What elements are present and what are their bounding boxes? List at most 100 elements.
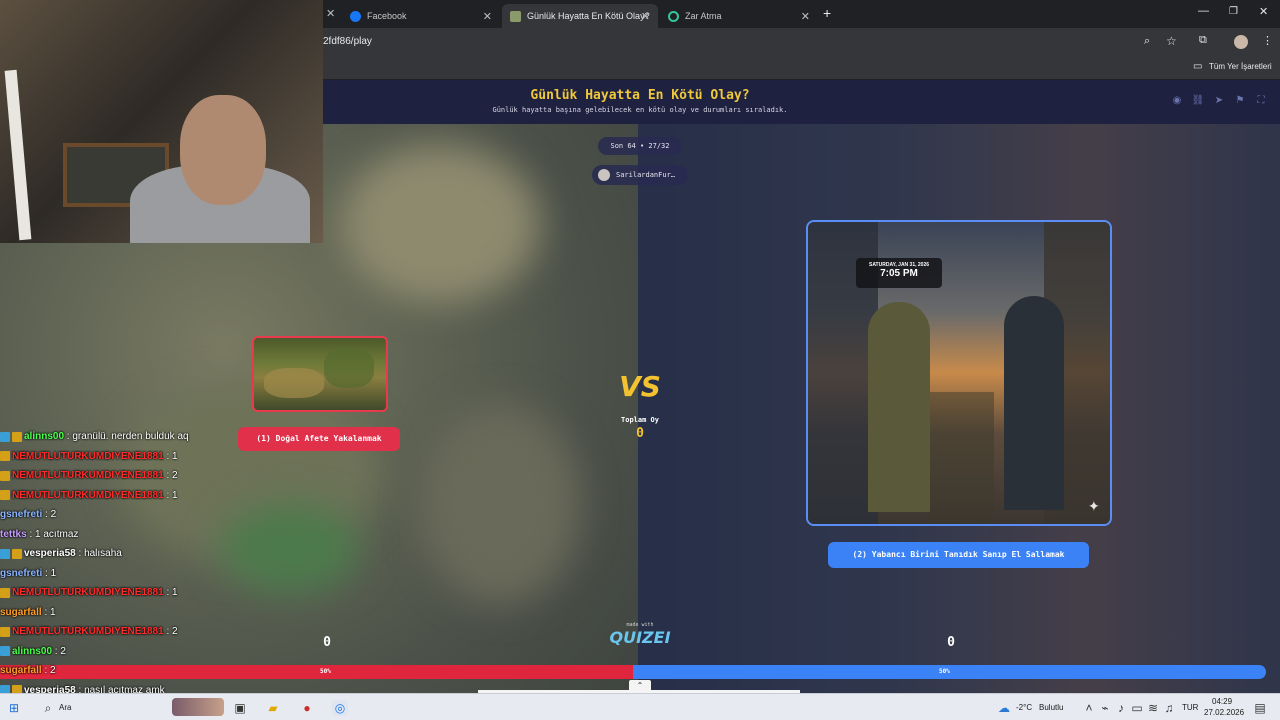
file-explorer-icon[interactable]: ▰ [265, 700, 281, 716]
chat-text: 1 [172, 587, 178, 599]
photo-woman [868, 302, 930, 512]
chat-message: alinns00 : 2 [0, 642, 320, 662]
chevron-up-icon[interactable]: ˄ [1081, 700, 1097, 716]
chat-message: sugarfall : 1 [0, 603, 320, 623]
task-view-icon[interactable]: ▣ [232, 700, 248, 716]
minimize-icon[interactable]: — [1198, 5, 1209, 17]
user-badge[interactable]: SarilardanFur… [592, 165, 688, 185]
taskbar-search-label[interactable]: Ara [59, 703, 71, 712]
restore-icon[interactable]: ❐ [1229, 6, 1238, 17]
close-tab-icon[interactable]: ✕ [641, 10, 650, 23]
chat-separator: : [163, 470, 173, 482]
url-field[interactable]: 2fdf86/play [323, 36, 372, 47]
chrome-icon[interactable]: ◎ [332, 700, 348, 716]
right-vote-bar: 50% [633, 665, 1266, 679]
display-icon[interactable]: ▭ [1129, 700, 1145, 716]
brand-logo[interactable]: QUIZEI [608, 628, 672, 647]
microphone-icon[interactable]: ♪ [1113, 700, 1129, 716]
weather-desc[interactable]: Bulutlu [1039, 703, 1063, 712]
stream-chat-overlay: alinns00 : granülü. nerden bulduk aq NEMU… [0, 427, 320, 700]
chat-username[interactable]: alinns00 [24, 431, 64, 442]
chat-text: 1 [50, 567, 57, 579]
windows-taskbar: ⊞ ⌕ Ara ▣ ▰ ● ◎ ☁ -2°C Bulutlu ˄ ⌁ ♪ ▭ ≋… [0, 693, 1280, 720]
all-bookmarks-link[interactable]: Tüm Yer İşaretleri [1209, 62, 1272, 71]
chat-text: 1 [172, 450, 178, 462]
right-option-image[interactable]: SATURDAY, JAN 31, 2026 7:05 PM ✦ [806, 220, 1112, 526]
avatar [598, 169, 610, 181]
tab-label: Facebook [367, 11, 407, 21]
chat-message: gsnefreti : 1 [0, 564, 320, 584]
tab-quiz[interactable]: Günlük Hayatta En Kötü Olay? ✕ [502, 4, 658, 28]
fullscreen-icon[interactable]: ⛶ [1253, 95, 1269, 109]
photo-clock-time: 7:05 PM [880, 268, 918, 279]
new-tab-icon[interactable]: + [823, 5, 831, 21]
prime-badge-icon [0, 431, 10, 442]
chat-username[interactable]: NEMUTLUTURKUMDIYENE1881 [12, 451, 164, 462]
chat-username[interactable]: NEMUTLUTURKUMDIYENE1881 [12, 626, 164, 637]
wifi-icon[interactable]: ≋ [1145, 700, 1161, 716]
chat-message: vesperia58 : halısaha [0, 544, 320, 564]
right-option-button[interactable]: (2) Yabancı Birini Tanıdık Sanıp El Sall… [828, 542, 1089, 568]
weather-icon: ☁ [998, 701, 1010, 715]
photo-man [1004, 296, 1064, 510]
search-icon[interactable]: ⌕ [40, 700, 56, 716]
close-window-icon[interactable]: ✕ [1259, 5, 1268, 18]
close-tab-icon[interactable]: ✕ [483, 10, 492, 23]
chat-username[interactable]: gsnefreti [0, 509, 42, 520]
chat-username[interactable]: NEMUTLUTURKUMDIYENE1881 [12, 470, 164, 481]
vs-logo: VS [619, 370, 661, 403]
volume-icon[interactable]: ♫ [1161, 700, 1177, 716]
chat-text: 1 [172, 489, 178, 501]
chat-message: NEMUTLUTURKUMDIYENE1881 : 2 [0, 466, 320, 486]
bookmark-star-icon[interactable]: ☆ [1166, 34, 1177, 48]
folder-icon: ▭ [1193, 61, 1203, 72]
chat-username[interactable]: sugarfall [0, 665, 42, 676]
chat-username[interactable]: NEMUTLUTURKUMDIYENE1881 [12, 490, 164, 501]
chat-text: 1 acıtmaz [35, 528, 79, 540]
obs-icon[interactable]: ● [299, 700, 315, 716]
photo-clock-sign: SATURDAY, JAN 31, 2026 7:05 PM [856, 258, 942, 288]
chat-username[interactable]: NEMUTLUTURKUMDIYENE1881 [12, 587, 164, 598]
tab-zar-atma[interactable]: Zar Atma ✕ [660, 4, 818, 28]
zoom-icon[interactable]: ⌕ [1144, 35, 1150, 48]
menu-icon[interactable]: ⋮ [1262, 34, 1273, 47]
chat-separator: : [42, 567, 51, 579]
round-indicator: Son 64 • 27/32 [598, 137, 682, 155]
chat-separator: : [26, 528, 36, 540]
zar-favicon-icon [668, 10, 679, 22]
link-icon[interactable]: ⛓ [1190, 95, 1206, 109]
subscriber-badge-icon [12, 548, 22, 559]
chat-text: 2 [50, 665, 56, 677]
search-highlight-image [172, 698, 224, 716]
extensions-icon[interactable]: ⧉ [1199, 34, 1207, 47]
chat-message: NEMUTLUTURKUMDIYENE1881 : 1 [0, 447, 320, 467]
tab-facebook[interactable]: Facebook ✕ [342, 4, 500, 28]
subscriber-badge-icon [0, 626, 10, 637]
left-option-image[interactable] [252, 336, 388, 412]
right-vote-count: 0 [947, 635, 955, 650]
chat-text: 2 [172, 626, 178, 638]
chat-username[interactable]: alinns00 [12, 646, 52, 657]
sparkle-icon: ✦ [1088, 498, 1100, 514]
share-icon[interactable]: ➤ [1211, 95, 1227, 109]
chat-username[interactable]: sugarfall [0, 607, 42, 618]
prime-badge-icon [0, 646, 10, 657]
flag-icon[interactable]: ⚑ [1232, 95, 1248, 109]
network-icon[interactable]: ⌁ [1097, 700, 1113, 716]
start-icon[interactable]: ⊞ [6, 700, 22, 716]
eye-icon[interactable]: ◉ [1169, 95, 1185, 109]
chat-username[interactable]: tettks [0, 529, 27, 540]
close-tab-icon[interactable]: ✕ [326, 7, 335, 20]
chat-text: halısaha [84, 548, 122, 560]
clock-date[interactable]: 27.02.2026 [1204, 708, 1244, 717]
language-indicator[interactable]: TUR [1182, 703, 1198, 712]
chat-username[interactable]: vesperia58 [24, 548, 76, 559]
weather-temp[interactable]: -2°C [1016, 703, 1032, 712]
profile-avatar[interactable] [1234, 35, 1248, 49]
close-tab-icon[interactable]: ✕ [801, 10, 810, 23]
chat-separator: : [41, 606, 51, 618]
chat-message: sugarfall : 2 [0, 661, 320, 681]
clock-time[interactable]: 04:29 [1212, 697, 1232, 706]
chat-username[interactable]: gsnefreti [0, 568, 42, 579]
notification-icon[interactable]: ▤ [1252, 700, 1268, 716]
